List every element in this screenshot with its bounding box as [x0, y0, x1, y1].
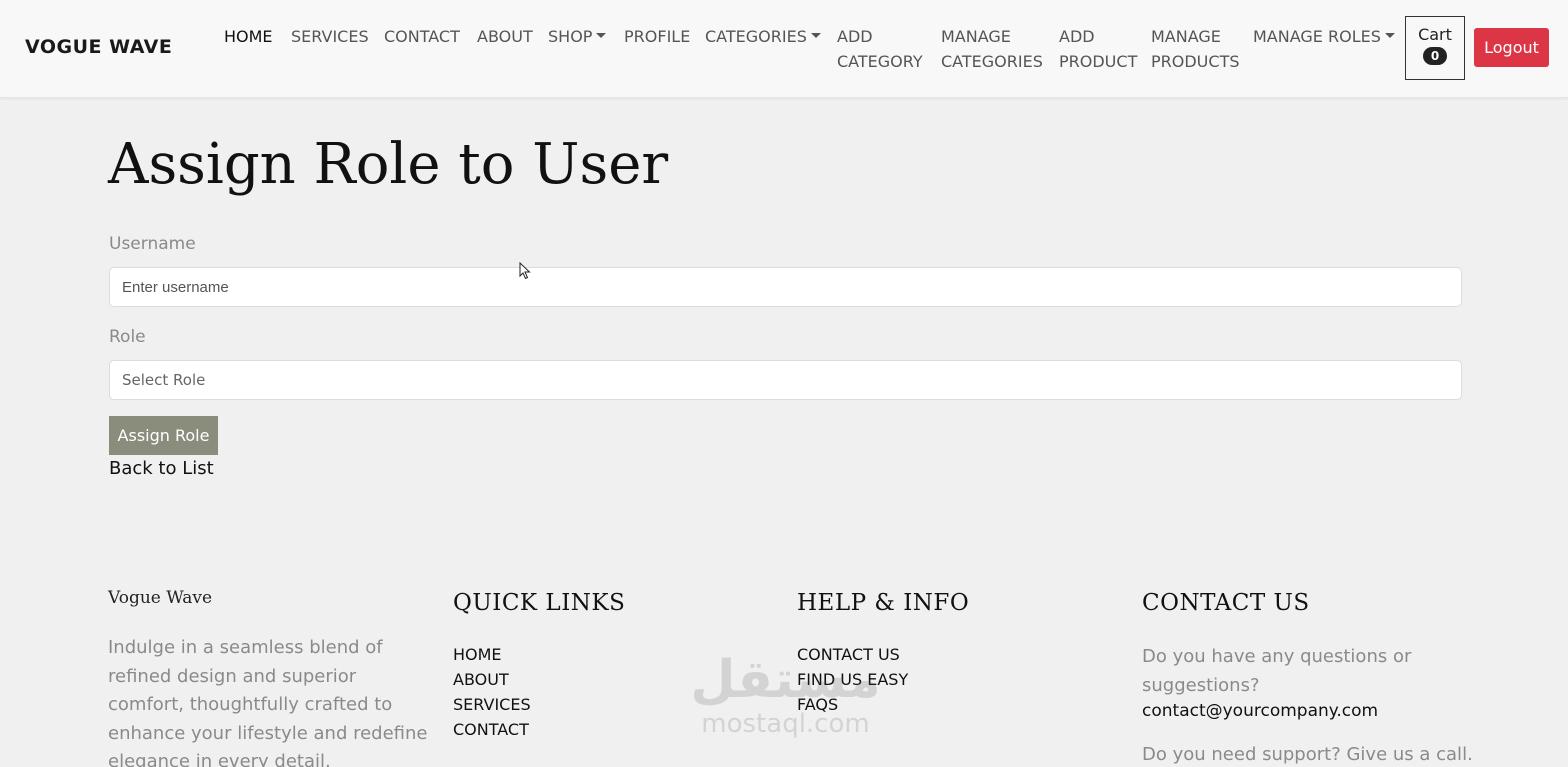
contact-question-text: Do you have any questions or suggestions… [1142, 646, 1412, 696]
cart-label: Cart [1418, 25, 1452, 44]
quick-links-list: HOME ABOUT SERVICES CONTACT [453, 642, 531, 742]
nav-about[interactable]: ABOUT [477, 24, 533, 49]
nav-shop-label: SHOP [548, 27, 593, 46]
contact-us-heading: CONTACT US [1142, 590, 1310, 616]
username-input[interactable] [109, 267, 1462, 307]
chevron-down-icon [596, 33, 607, 38]
quick-link-services[interactable]: SERVICES [453, 692, 531, 717]
quick-link-about[interactable]: ABOUT [453, 667, 531, 692]
cart-count-badge: 0 [1423, 47, 1447, 65]
contact-email-link[interactable]: contact@yourcompany.com [1142, 701, 1378, 721]
nav-shop[interactable]: SHOP [548, 24, 607, 49]
nav-manage-roles-label: MANAGE ROLES [1253, 27, 1381, 46]
footer-brand: Vogue Wave [108, 588, 213, 608]
logout-button[interactable]: Logout [1474, 28, 1549, 67]
chevron-down-icon [1384, 33, 1395, 38]
nav-categories-label: CATEGORIES [705, 27, 807, 46]
role-label: Role [109, 327, 146, 347]
nav-manage-categories[interactable]: MANAGE CATEGORIES [941, 24, 1043, 74]
assign-role-button[interactable]: Assign Role [109, 416, 218, 455]
contact-support-text: Do you need support? Give us a call. [1142, 744, 1473, 765]
top-navbar: VOGUE WAVE HOME SERVICES CONTACT ABOUT S… [0, 0, 1568, 98]
username-label: Username [109, 234, 196, 254]
footer-description: Indulge in a seamless blend of refined d… [108, 637, 428, 767]
quick-links-heading: QUICK LINKS [453, 590, 626, 616]
page-title: Assign Role to User [108, 132, 669, 197]
nav-manage-roles[interactable]: MANAGE ROLES [1253, 24, 1395, 49]
nav-categories[interactable]: CATEGORIES [705, 24, 821, 49]
role-select[interactable]: Select Role [109, 360, 1462, 400]
watermark-latin-text: mostaql.com [701, 709, 870, 739]
nav-contact[interactable]: CONTACT [384, 24, 460, 49]
help-info-heading: HELP & INFO [797, 590, 970, 616]
back-to-list-link[interactable]: Back to List [109, 458, 214, 479]
nav-add-category[interactable]: ADD CATEGORY [837, 24, 923, 74]
nav-add-product[interactable]: ADD PRODUCT [1059, 24, 1137, 74]
mouse-cursor-icon [519, 262, 531, 280]
cart-button[interactable]: Cart 0 [1405, 16, 1465, 80]
nav-services[interactable]: SERVICES [291, 24, 369, 49]
brand-logo[interactable]: VOGUE WAVE [25, 36, 172, 58]
watermark-arabic-text: مستقل [690, 650, 881, 710]
mostaql-watermark: مستقل mostaql.com [688, 650, 883, 738]
quick-link-contact[interactable]: CONTACT [453, 717, 531, 742]
nav-profile[interactable]: PROFILE [624, 24, 690, 49]
nav-manage-products[interactable]: MANAGE PRODUCTS [1151, 24, 1240, 74]
quick-link-home[interactable]: HOME [453, 642, 531, 667]
nav-home[interactable]: HOME [224, 24, 273, 49]
chevron-down-icon [810, 33, 821, 38]
